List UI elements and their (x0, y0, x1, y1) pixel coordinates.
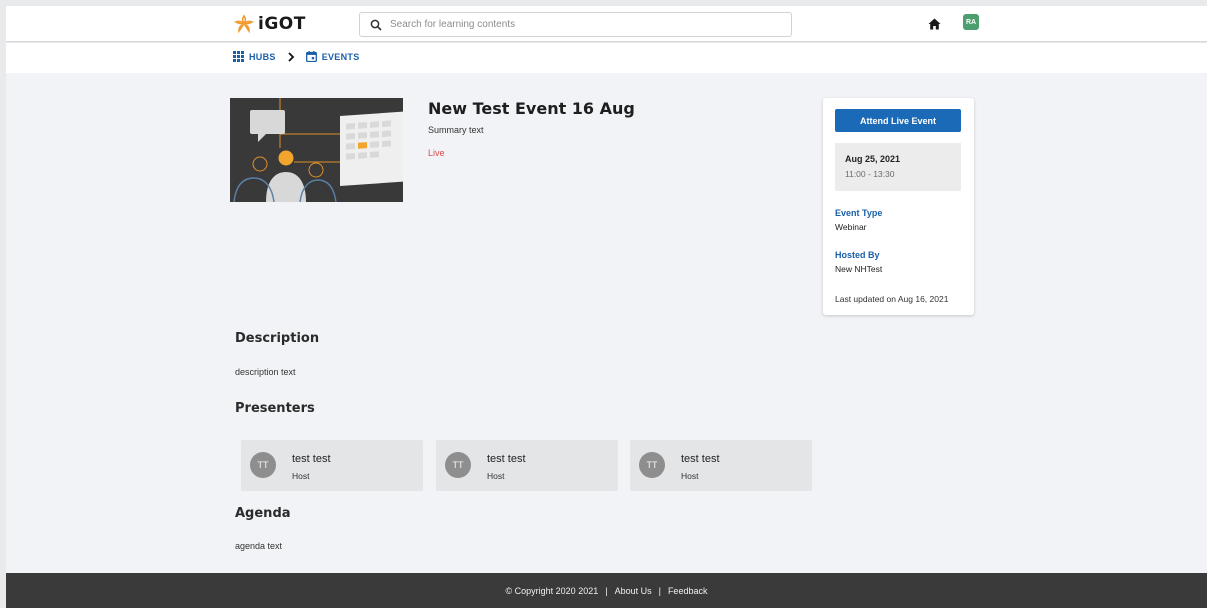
calendar-icon (305, 51, 317, 62)
top-header: iGOT RA (6, 6, 1207, 42)
app-logo[interactable]: iGOT (234, 13, 306, 35)
event-title: New Test Event 16 Aug (428, 99, 635, 118)
breadcrumb: HUBS EVENTS (233, 51, 360, 62)
breadcrumb-bar: HUBS EVENTS (6, 43, 1207, 73)
presenter-avatar: TT (445, 452, 471, 478)
footer: © Copyright 2020 2021 | About Us | Feedb… (6, 573, 1207, 608)
grid-icon (233, 51, 244, 62)
presenter-card: TT test test Host (436, 440, 618, 491)
presenter-role: Host (292, 471, 310, 481)
user-avatar[interactable]: RA (963, 14, 979, 30)
agenda-heading: Agenda (235, 506, 291, 521)
breadcrumb-events-label: EVENTS (321, 51, 360, 62)
breadcrumb-hubs-label: HUBS (249, 51, 276, 62)
breadcrumb-events[interactable]: EVENTS (305, 51, 360, 62)
home-button[interactable] (924, 14, 944, 34)
presenter-role: Host (681, 471, 699, 481)
hosted-by-value: New NHTest (835, 264, 883, 274)
search-bar[interactable] (359, 12, 792, 37)
presenter-card: TT test test Host (630, 440, 812, 491)
event-details-card: Attend Live Event Aug 25, 2021 11:00 - 1… (823, 98, 974, 315)
status-badge: Live (428, 148, 445, 158)
event-summary: Summary text (428, 125, 484, 135)
agenda-text: agenda text (235, 541, 283, 551)
home-icon (928, 18, 940, 30)
event-datetime-box: Aug 25, 2021 11:00 - 13:30 (835, 143, 961, 191)
about-us-link[interactable]: About Us (615, 586, 652, 596)
event-type-value: Webinar (835, 222, 867, 232)
logo-flower-icon (234, 14, 254, 34)
presenter-card: TT test test Host (241, 440, 423, 491)
event-time: 11:00 - 13:30 (845, 169, 895, 179)
search-input[interactable] (390, 19, 770, 30)
presenter-avatar: TT (250, 452, 276, 478)
attend-live-event-button[interactable]: Attend Live Event (835, 109, 961, 132)
description-text: description text (235, 367, 296, 377)
copyright-text: © Copyright 2020 2021 (505, 585, 599, 596)
footer-separator: | (658, 585, 661, 596)
chevron-right-icon (288, 51, 294, 62)
presenter-role: Host (487, 471, 505, 481)
feedback-link[interactable]: Feedback (668, 586, 708, 596)
logo-text: iGOT (258, 14, 306, 34)
presenter-name: test test (292, 453, 331, 465)
event-illustration (230, 98, 403, 202)
presenter-name: test test (487, 453, 526, 465)
breadcrumb-hubs[interactable]: HUBS (233, 51, 276, 62)
presenter-avatar: TT (639, 452, 665, 478)
presenter-name: test test (681, 453, 720, 465)
event-type-label: Event Type (835, 208, 883, 218)
hosted-by-label: Hosted By (835, 250, 880, 260)
search-icon (370, 19, 382, 31)
page-frame: iGOT RA (6, 6, 1207, 608)
last-updated-text: Last updated on Aug 16, 2021 (835, 294, 949, 304)
event-thumbnail (230, 98, 403, 202)
presenters-heading: Presenters (235, 401, 315, 416)
footer-separator: | (605, 585, 608, 596)
event-date: Aug 25, 2021 (845, 154, 901, 164)
description-heading: Description (235, 331, 320, 346)
